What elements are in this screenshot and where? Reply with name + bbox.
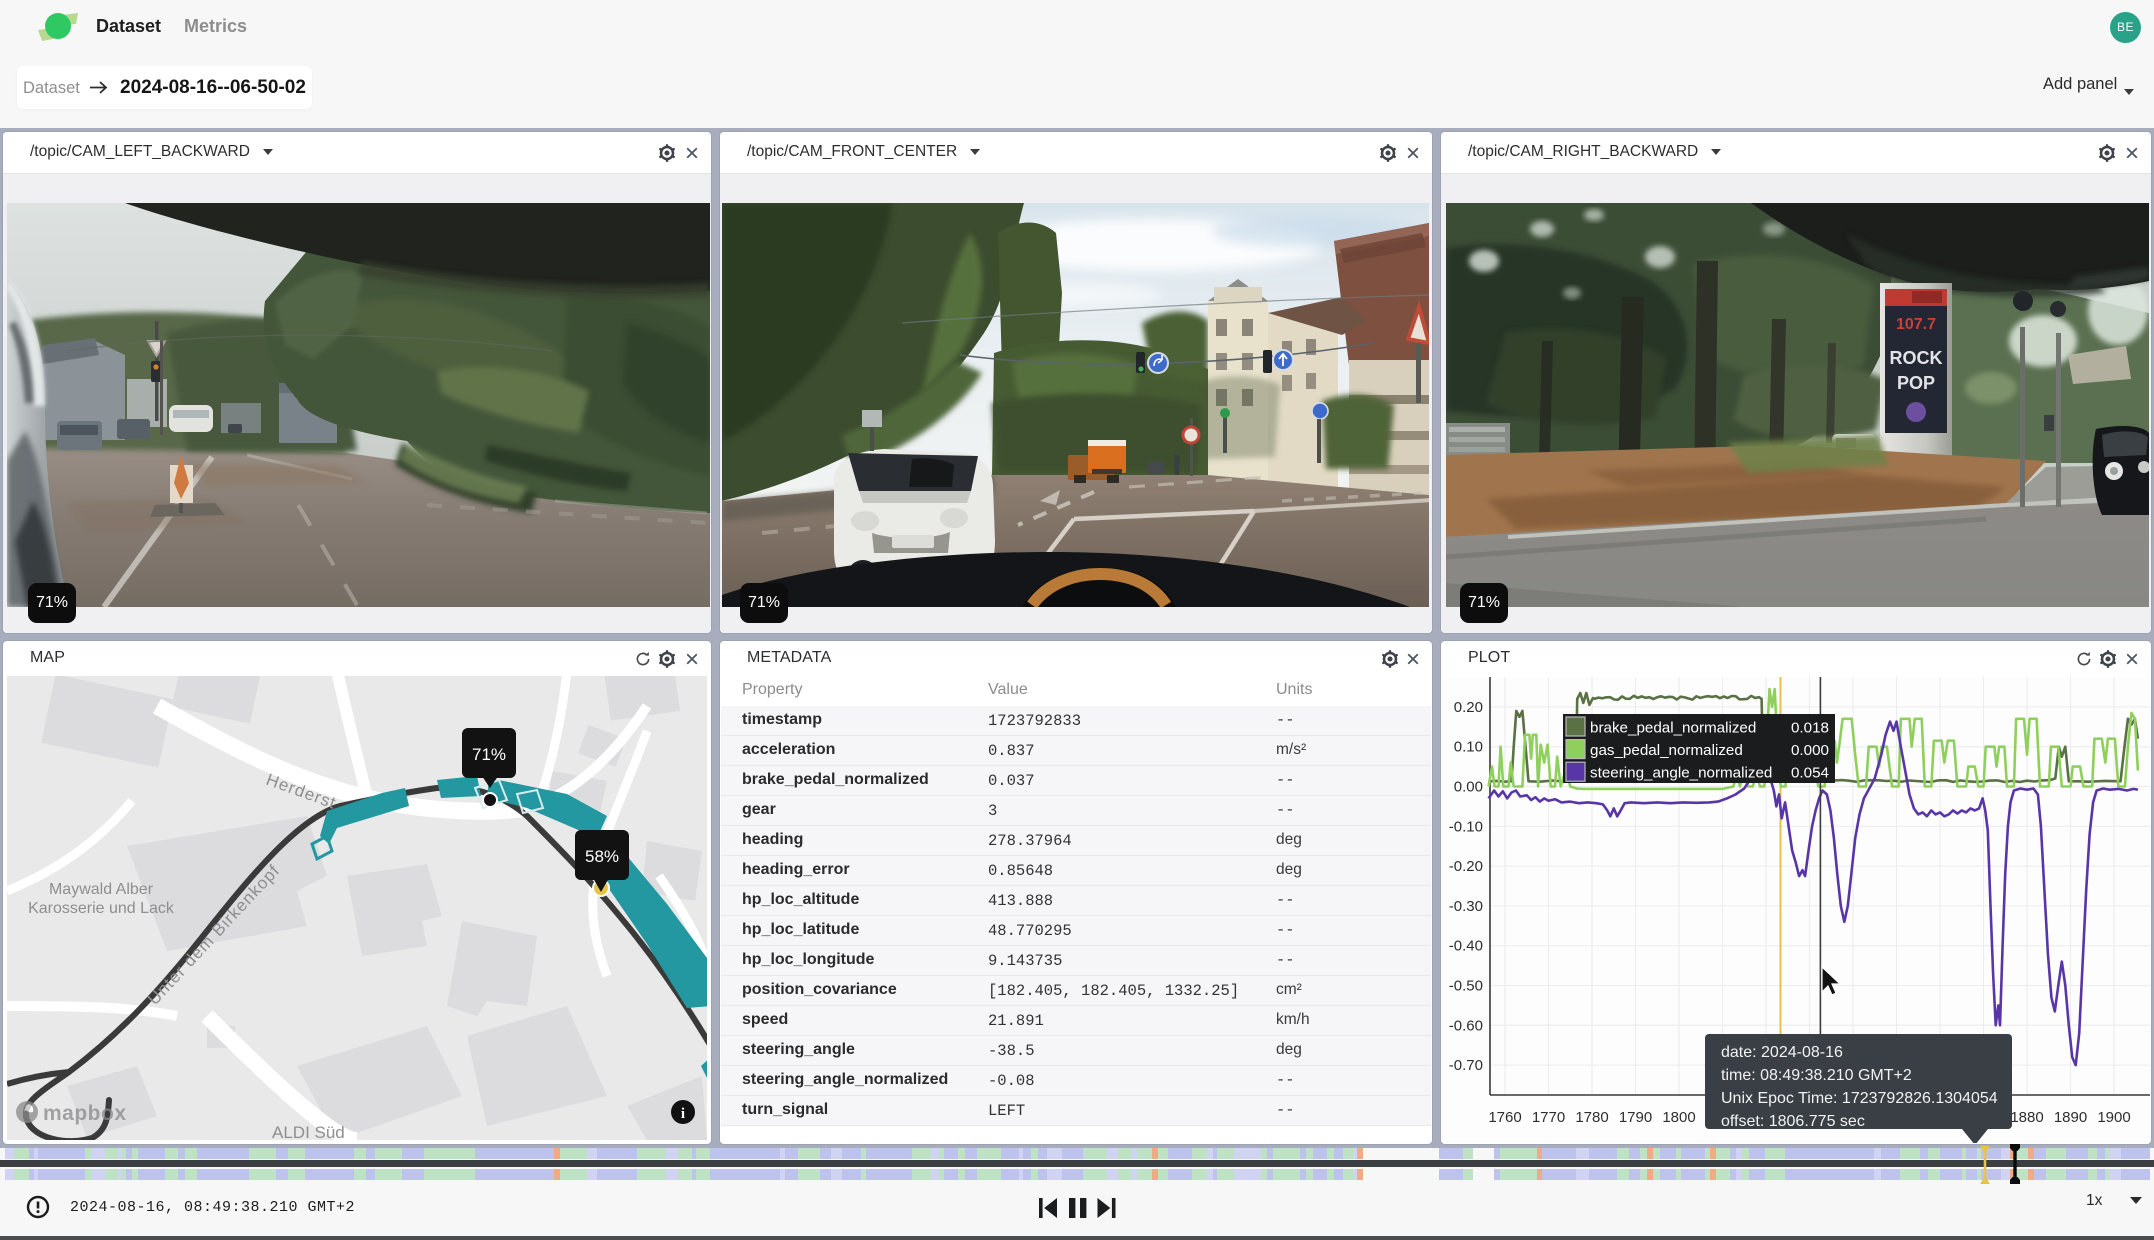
svg-text:107.7: 107.7 xyxy=(1896,316,1936,333)
svg-text:POP: POP xyxy=(1897,373,1935,393)
svg-text:-0.50: -0.50 xyxy=(1449,978,1483,995)
svg-text:mapbox: mapbox xyxy=(43,1102,127,1125)
svg-text:0.054: 0.054 xyxy=(1791,765,1829,782)
svg-text:0.000: 0.000 xyxy=(1791,742,1829,759)
svg-text:-0.10: -0.10 xyxy=(1449,818,1483,835)
svg-text:offset: 1806.775 sec: offset: 1806.775 sec xyxy=(1721,1113,1865,1130)
svg-text:1900: 1900 xyxy=(2097,1109,2130,1126)
svg-text:0.018: 0.018 xyxy=(1791,720,1829,737)
svg-text:time: 08:49:38.210 GMT+2: time: 08:49:38.210 GMT+2 xyxy=(1721,1067,1912,1084)
svg-text:0.10: 0.10 xyxy=(1454,739,1483,756)
svg-text:58%: 58% xyxy=(585,847,619,866)
svg-text:1880: 1880 xyxy=(2010,1109,2043,1126)
svg-text:71%: 71% xyxy=(472,745,506,764)
svg-text:1800: 1800 xyxy=(1662,1109,1695,1126)
svg-text:-0.70: -0.70 xyxy=(1449,1057,1483,1074)
svg-text:steering_angle_normalized: steering_angle_normalized xyxy=(1590,765,1772,782)
svg-text:Maywald Alber: Maywald Alber xyxy=(49,881,154,898)
svg-text:1760: 1760 xyxy=(1488,1109,1521,1126)
svg-text:date: 2024-08-16: date: 2024-08-16 xyxy=(1721,1044,1843,1061)
svg-text:Unix Epoc Time: 1723792826.130: Unix Epoc Time: 1723792826.1304054 xyxy=(1721,1090,1998,1107)
svg-text:-0.40: -0.40 xyxy=(1449,938,1483,955)
svg-text:-0.30: -0.30 xyxy=(1449,898,1483,915)
svg-text:-0.20: -0.20 xyxy=(1449,858,1483,875)
svg-text:1770: 1770 xyxy=(1532,1109,1565,1126)
svg-text:1890: 1890 xyxy=(2054,1109,2087,1126)
svg-text:Karosserie und Lack: Karosserie und Lack xyxy=(28,900,175,917)
svg-text:ALDI Süd: ALDI Süd xyxy=(272,1123,345,1140)
svg-text:1790: 1790 xyxy=(1619,1109,1652,1126)
svg-text:0.00: 0.00 xyxy=(1454,779,1483,796)
svg-text:ROCK: ROCK xyxy=(1890,348,1943,368)
svg-text:-0.60: -0.60 xyxy=(1449,1017,1483,1034)
svg-text:brake_pedal_normalized: brake_pedal_normalized xyxy=(1590,720,1756,737)
svg-text:0.20: 0.20 xyxy=(1454,699,1483,716)
svg-text:1780: 1780 xyxy=(1575,1109,1608,1126)
svg-text:i: i xyxy=(681,1106,685,1122)
svg-text:gas_pedal_normalized: gas_pedal_normalized xyxy=(1590,742,1743,759)
